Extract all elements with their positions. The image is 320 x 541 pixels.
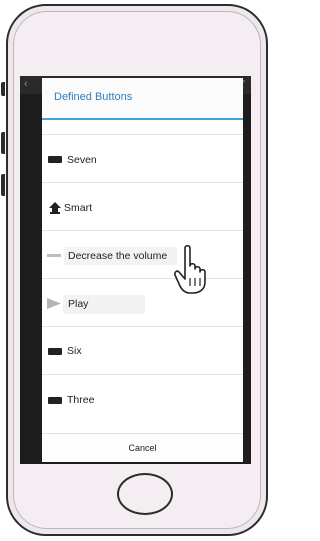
list-item-six[interactable]: Six xyxy=(42,326,243,374)
list-item-seven[interactable]: Seven xyxy=(42,134,243,182)
key-icon xyxy=(48,397,62,404)
home-button[interactable] xyxy=(117,473,173,515)
minus-icon xyxy=(47,254,61,257)
key-icon xyxy=(48,348,62,355)
play-icon xyxy=(47,298,61,309)
side-button-volume-down xyxy=(1,174,5,196)
cancel-button-label: Cancel xyxy=(128,443,157,453)
list-item-three[interactable]: Three xyxy=(42,374,243,422)
dialog-title-bar: Defined Buttons xyxy=(42,78,243,120)
side-button-volume-up xyxy=(1,132,5,154)
list-item-label: Smart xyxy=(64,202,93,214)
eject-icon xyxy=(49,202,61,214)
list-item-label: Seven xyxy=(67,154,97,166)
list-item-label: Decrease the volume xyxy=(68,250,168,262)
hand-pointer-icon xyxy=(174,244,206,294)
list-item-label: Play xyxy=(68,298,89,310)
back-icon: ‹ xyxy=(24,78,28,90)
dialog-title: Defined Buttons xyxy=(54,91,133,103)
side-button-silent xyxy=(1,82,5,96)
key-icon xyxy=(48,156,62,163)
list-item-smart[interactable]: Smart xyxy=(42,182,243,230)
cancel-button[interactable]: Cancel xyxy=(42,433,243,462)
list-item-label: Six xyxy=(67,345,82,357)
list-item-label: Three xyxy=(67,394,95,406)
